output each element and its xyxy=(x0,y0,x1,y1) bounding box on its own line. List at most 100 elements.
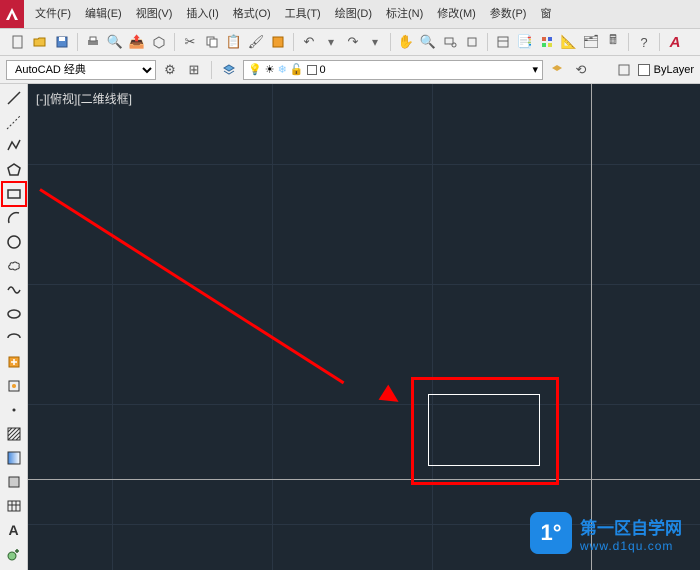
design-center-button[interactable]: 🗂 xyxy=(581,32,601,52)
save-button[interactable] xyxy=(52,32,72,52)
toolbar-separator xyxy=(659,33,660,51)
block-button[interactable] xyxy=(268,32,288,52)
viewport-label[interactable]: [-][俯视][二维线框] xyxy=(36,90,132,107)
text-style-button[interactable]: A xyxy=(665,32,685,52)
layer-previous-button[interactable]: ⟲ xyxy=(571,60,591,80)
ellipse-arc-tool[interactable] xyxy=(4,328,24,348)
workspace-switch-button[interactable]: ⊞ xyxy=(184,60,204,80)
hatch-tool[interactable] xyxy=(4,424,24,444)
annotation-arrow-head xyxy=(379,385,404,410)
draw-toolbar: A xyxy=(0,84,28,570)
revision-cloud-tool[interactable] xyxy=(4,256,24,276)
redo-button[interactable]: ↷ xyxy=(343,32,363,52)
sheet-set-button[interactable]: 📑 xyxy=(515,32,535,52)
workspace-settings-button[interactable]: ⚙ xyxy=(160,60,180,80)
menu-view[interactable]: 视图(V) xyxy=(136,5,173,25)
redo-dropdown[interactable]: ▾ xyxy=(365,32,385,52)
rectangle-tool[interactable] xyxy=(4,184,24,204)
watermark-icon: 1° xyxy=(530,512,572,554)
3d-button[interactable] xyxy=(149,32,169,52)
text-tool[interactable]: A xyxy=(4,520,24,540)
lightbulb-icon: 💡 xyxy=(248,63,262,76)
watermark-url: www.d1qu.com xyxy=(580,539,682,553)
menu-parametric[interactable]: 参数(P) xyxy=(490,5,527,25)
grid-line xyxy=(28,164,700,165)
app-logo[interactable] xyxy=(0,0,24,28)
toolbar-separator xyxy=(628,33,629,51)
pan-button[interactable]: ✋ xyxy=(396,32,416,52)
toolbar-separator xyxy=(487,33,488,51)
grid-line xyxy=(28,404,700,405)
drawing-canvas[interactable]: [-][俯视][二维线框] 1° 第一区自学网 www.d1qu.com xyxy=(28,84,700,570)
toolbar-separator xyxy=(77,33,78,51)
new-button[interactable] xyxy=(8,32,28,52)
menu-format[interactable]: 格式(O) xyxy=(233,5,271,25)
workspace-select[interactable]: AutoCAD 经典 xyxy=(6,60,156,80)
workspace-toolbar: AutoCAD 经典 ⚙ ⊞ 💡 ☀ ❄ 🔓 0 ▾ ⟲ xyxy=(0,56,700,84)
layer-name: 0 xyxy=(320,64,326,76)
zoom-window-button[interactable] xyxy=(440,32,460,52)
menu-dimension[interactable]: 标注(N) xyxy=(386,5,423,25)
make-block-tool[interactable] xyxy=(4,376,24,396)
menu-bar: 文件(F) 编辑(E) 视图(V) 插入(I) 格式(O) 工具(T) 绘图(D… xyxy=(30,5,700,25)
color-button[interactable] xyxy=(614,60,634,80)
point-tool[interactable] xyxy=(4,400,24,420)
gradient-tool[interactable] xyxy=(4,448,24,468)
insert-block-tool[interactable] xyxy=(4,352,24,372)
construction-line-tool[interactable] xyxy=(4,112,24,132)
arc-tool[interactable] xyxy=(4,208,24,228)
lock-icon: 🔓 xyxy=(290,63,304,76)
add-selected-tool[interactable] xyxy=(4,544,24,564)
polyline-tool[interactable] xyxy=(4,136,24,156)
watermark-title: 第一区自学网 xyxy=(580,514,682,539)
grid-line xyxy=(28,284,700,285)
menu-edit[interactable]: 编辑(E) xyxy=(85,5,122,25)
undo-button[interactable]: ↶ xyxy=(299,32,319,52)
paste-button[interactable]: 📋 xyxy=(224,32,244,52)
layer-states-button[interactable] xyxy=(547,60,567,80)
layer-manager-button[interactable] xyxy=(219,60,239,80)
menu-file[interactable]: 文件(F) xyxy=(35,5,71,25)
tool-palette-button[interactable] xyxy=(537,32,557,52)
undo-dropdown[interactable]: ▾ xyxy=(321,32,341,52)
circle-tool[interactable] xyxy=(4,232,24,252)
toolbar-separator xyxy=(390,33,391,51)
calculator-button[interactable]: 🖩 xyxy=(603,32,623,52)
menu-insert[interactable]: 插入(I) xyxy=(186,5,218,25)
table-tool[interactable] xyxy=(4,496,24,516)
zoom-previous-button[interactable] xyxy=(462,32,482,52)
open-button[interactable] xyxy=(30,32,50,52)
publish-button[interactable]: 📤 xyxy=(127,32,147,52)
freeze-icon: ❄ xyxy=(278,63,287,76)
crosshair-vertical xyxy=(591,84,592,570)
match-button[interactable]: 🖌 xyxy=(246,32,266,52)
cut-button[interactable]: ✂ xyxy=(180,32,200,52)
standard-toolbar: 🔍 📤 ✂ 📋 🖌 ↶ ▾ ↷ ▾ ✋ 🔍 📑 📐 🗂 🖩 ? A xyxy=(0,28,700,56)
line-tool[interactable] xyxy=(4,88,24,108)
zoom-button[interactable]: 🔍 xyxy=(418,32,438,52)
sun-icon: ☀ xyxy=(265,63,275,76)
markup-button[interactable]: 📐 xyxy=(559,32,579,52)
preview-button[interactable]: 🔍 xyxy=(105,32,125,52)
region-tool[interactable] xyxy=(4,472,24,492)
menu-modify[interactable]: 修改(M) xyxy=(437,5,476,25)
grid-line xyxy=(272,84,273,570)
bylayer-checkbox[interactable] xyxy=(638,64,650,76)
drawn-rectangle[interactable] xyxy=(428,394,540,466)
help-button[interactable]: ? xyxy=(634,32,654,52)
print-button[interactable] xyxy=(83,32,103,52)
ellipse-tool[interactable] xyxy=(4,304,24,324)
spline-tool[interactable] xyxy=(4,280,24,300)
polygon-tool[interactable] xyxy=(4,160,24,180)
menu-draw[interactable]: 绘图(D) xyxy=(335,5,372,25)
layer-select[interactable]: 💡 ☀ ❄ 🔓 0 ▾ xyxy=(243,60,543,80)
menu-window[interactable]: 窗 xyxy=(540,5,551,25)
color-swatch xyxy=(307,65,317,75)
properties-button[interactable] xyxy=(493,32,513,52)
bylayer-label: ByLayer xyxy=(654,64,694,76)
menu-tools[interactable]: 工具(T) xyxy=(285,5,321,25)
watermark: 1° 第一区自学网 www.d1qu.com xyxy=(530,512,682,554)
grid-line xyxy=(432,84,433,570)
toolbar-separator xyxy=(211,61,212,79)
copy-button[interactable] xyxy=(202,32,222,52)
